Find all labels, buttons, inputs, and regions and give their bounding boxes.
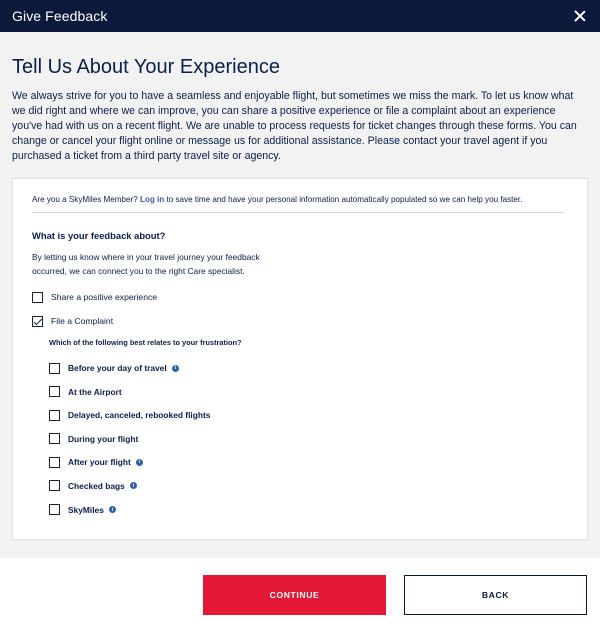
checkbox-icon[interactable] (49, 386, 60, 398)
option-label: Before your day of travel (68, 363, 167, 373)
checkbox-checked-icon[interactable] (32, 315, 43, 327)
option-label: SkyMiles (68, 504, 104, 515)
modal-header: Give Feedback (0, 0, 600, 32)
modal-content: Tell Us About Your Experience We always … (0, 32, 600, 558)
page-title: Tell Us About Your Experience (12, 56, 280, 78)
option-label: Delayed, canceled, rebooked flights (68, 410, 211, 421)
option-before-travel[interactable]: Before your day of travel i (49, 361, 567, 375)
option-delayed-canceled[interactable]: Delayed, canceled, rebooked flights (49, 408, 567, 422)
modal-title: Give Feedback (12, 8, 108, 24)
option-checked-bags[interactable]: Checked bags i (49, 479, 567, 493)
login-link[interactable]: Log in (140, 195, 164, 204)
option-label: Checked bags (68, 480, 125, 491)
member-prompt: Are you a SkyMiles Member? Log in to sav… (32, 195, 565, 213)
option-during-flight[interactable]: During your flight (49, 432, 567, 446)
option-file-complaint[interactable]: File a Complaint (32, 314, 567, 328)
continue-button[interactable]: CONTINUE (203, 575, 386, 615)
feedback-question: What is your feedback about? (32, 230, 166, 241)
option-label: During your flight (68, 433, 139, 444)
info-icon[interactable]: i (129, 482, 137, 490)
checkbox-icon[interactable] (49, 409, 60, 421)
option-skymiles[interactable]: SkyMiles i (49, 503, 567, 517)
intro-text: We always strive for you to have a seaml… (12, 90, 577, 162)
modal-footer: CONTINUE BACK (0, 558, 600, 629)
back-button[interactable]: BACK (404, 575, 587, 615)
checkbox-icon[interactable] (49, 456, 60, 468)
member-prompt-prefix: Are you a SkyMiles Member? (32, 195, 138, 204)
feedback-form-panel: Are you a SkyMiles Member? Log in to sav… (12, 178, 588, 540)
checkbox-icon[interactable] (49, 433, 60, 445)
option-at-airport[interactable]: At the Airport (49, 385, 567, 399)
checkbox-icon[interactable] (32, 291, 43, 303)
option-label: At the Airport (68, 386, 122, 397)
option-label: After your flight (68, 457, 131, 468)
option-label: File a Complaint (51, 316, 114, 326)
checkbox-icon[interactable] (49, 362, 60, 374)
member-prompt-suffix: to save time and have your personal info… (166, 195, 523, 204)
option-positive-experience[interactable]: Share a positive experience (32, 290, 567, 304)
feedback-description: By letting us know where in your travel … (32, 252, 260, 276)
info-icon[interactable]: i (171, 364, 179, 372)
option-label: Share a positive experience (51, 292, 158, 302)
complaint-subquestion: Which of the following best relates to y… (49, 338, 242, 347)
complaint-options: Before your day of travel i At the Airpo… (49, 361, 567, 517)
close-icon[interactable] (572, 8, 588, 24)
info-icon[interactable]: i (135, 458, 143, 466)
option-after-flight[interactable]: After your flight i (49, 455, 567, 469)
info-icon[interactable]: i (108, 506, 116, 514)
checkbox-icon[interactable] (49, 504, 60, 516)
checkbox-icon[interactable] (49, 480, 60, 492)
